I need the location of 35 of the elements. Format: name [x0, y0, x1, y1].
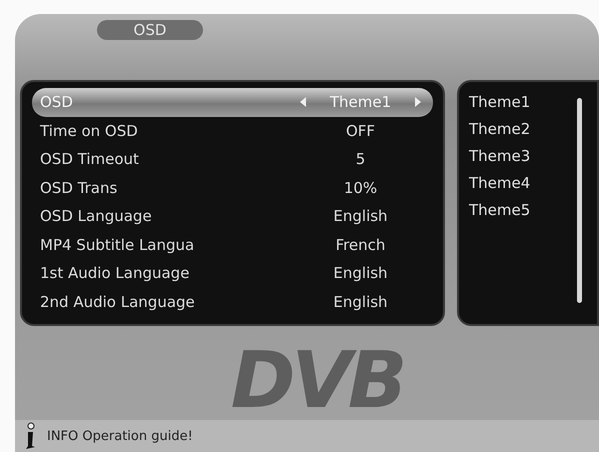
- setting-label: OSD Timeout: [40, 150, 140, 168]
- option-item[interactable]: Theme5: [469, 196, 559, 223]
- option-item[interactable]: Theme1: [469, 88, 559, 115]
- setting-row[interactable]: OSD Timeout 5: [32, 145, 433, 174]
- setting-row[interactable]: OSD Trans 10%: [32, 174, 433, 202]
- setting-value: English: [332, 207, 389, 226]
- setting-value: Theme1: [328, 93, 392, 112]
- setting-value: 5: [354, 150, 366, 168]
- menu-title: OSD: [97, 20, 203, 40]
- setting-label: OSD: [40, 93, 74, 112]
- setting-label: Time on OSD: [40, 122, 139, 140]
- option-item[interactable]: Theme4: [469, 169, 559, 196]
- setting-value: OFF: [344, 122, 376, 140]
- setting-label: 2nd Audio Language: [40, 292, 196, 311]
- right-arrow-icon[interactable]: [415, 97, 421, 108]
- setting-label: 1st Audio Language: [40, 264, 190, 282]
- background-logo: DVB: [230, 342, 404, 420]
- setting-label: OSD Trans: [40, 178, 118, 197]
- setting-value: English: [332, 292, 389, 311]
- setting-row[interactable]: OSD Language English: [32, 202, 433, 230]
- option-item[interactable]: Theme2: [469, 115, 559, 142]
- setting-value: English: [332, 264, 389, 282]
- info-text: INFO Operation guide!: [47, 428, 193, 444]
- setting-row[interactable]: MP4 Subtitle Langua French: [32, 230, 433, 259]
- setting-label: OSD Language: [40, 207, 153, 226]
- setting-value: 10%: [342, 178, 378, 197]
- setting-row[interactable]: 1st Audio Language English: [32, 259, 433, 288]
- setting-row[interactable]: Time on OSD OFF: [32, 116, 433, 145]
- setting-value: French: [334, 236, 386, 254]
- left-arrow-icon[interactable]: [300, 97, 306, 108]
- setting-row[interactable]: 2nd Audio Language English: [32, 288, 433, 316]
- option-item[interactable]: Theme3: [469, 142, 559, 169]
- info-icon: [23, 422, 37, 450]
- scrollbar[interactable]: [577, 98, 582, 303]
- setting-label: MP4 Subtitle Langua: [40, 236, 196, 254]
